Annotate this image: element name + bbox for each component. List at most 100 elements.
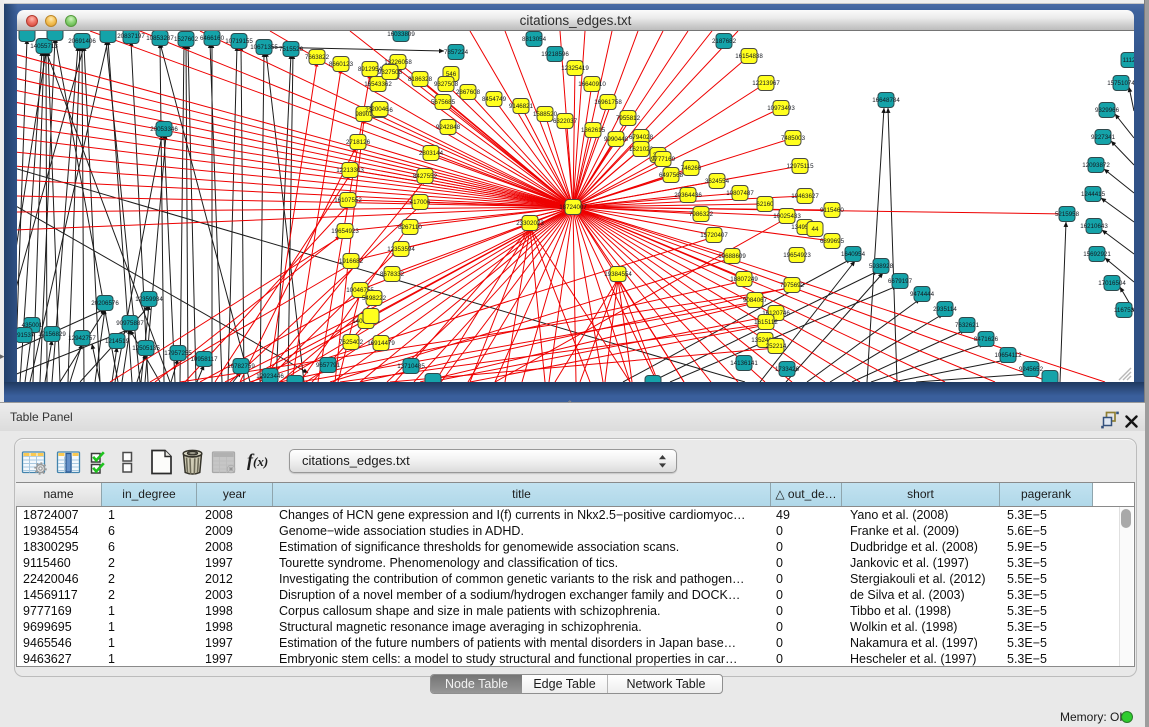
svg-text:8454749: 8454749 [482, 96, 507, 103]
svg-text:1733426: 1733426 [775, 366, 800, 373]
svg-text:7986322: 7986322 [689, 211, 714, 218]
svg-text:12353594: 12353594 [387, 246, 415, 253]
svg-text:16648784: 16648784 [872, 97, 900, 104]
svg-text:14055713: 14055713 [30, 43, 58, 50]
svg-text:12093872: 12093872 [1082, 162, 1110, 169]
svg-text:20046: 20046 [371, 106, 389, 113]
svg-text:12359934: 12359934 [135, 296, 163, 303]
svg-text:7663822: 7663822 [305, 54, 330, 61]
svg-text:6466160: 6466160 [200, 35, 225, 42]
svg-text:6794028: 6794028 [629, 134, 654, 141]
svg-text:1640954: 1640954 [841, 251, 866, 258]
svg-text:6497568: 6497568 [659, 172, 684, 179]
svg-text:7515526: 7515526 [279, 46, 304, 53]
svg-text:7857224: 7857224 [444, 49, 469, 56]
svg-text:90975887: 90975887 [116, 320, 144, 327]
svg-text:8660123: 8660123 [329, 61, 354, 68]
svg-text:18807249: 18807249 [730, 276, 758, 283]
svg-text:417006: 417006 [410, 199, 431, 206]
svg-text:12942757: 12942757 [68, 335, 96, 342]
svg-text:16107552: 16107552 [334, 197, 362, 204]
svg-text:5498222: 5498222 [362, 295, 387, 302]
svg-text:116753: 116753 [1114, 307, 1134, 314]
svg-text:9115460: 9115460 [820, 207, 844, 214]
svg-text:23302023: 23302023 [516, 220, 544, 227]
svg-text:10025433: 10025433 [773, 213, 801, 220]
svg-text:12213967: 12213967 [752, 80, 780, 87]
svg-text:9990448: 9990448 [604, 136, 629, 143]
svg-text:10719155: 10719155 [225, 38, 253, 45]
svg-text:1527602: 1527602 [174, 36, 199, 43]
svg-text:15751074: 15751074 [1107, 80, 1134, 87]
svg-text:12923446: 12923446 [256, 373, 284, 380]
svg-text:7625402: 7625402 [339, 339, 364, 346]
svg-text:9227341: 9227341 [1091, 134, 1116, 141]
svg-text:9777169: 9777169 [651, 156, 676, 163]
svg-text:12156829: 12156829 [38, 331, 66, 338]
svg-text:9245652: 9245652 [1019, 366, 1044, 373]
svg-text:20691406: 20691406 [68, 38, 96, 45]
svg-text:1588520: 1588520 [533, 111, 558, 118]
svg-text:20206576: 20206576 [91, 300, 119, 307]
svg-text:16543362: 16543362 [364, 81, 392, 88]
svg-text:16782759: 16782759 [227, 363, 255, 370]
svg-text:20837197: 20837197 [117, 33, 145, 40]
svg-text:6322037: 6322037 [553, 118, 578, 125]
svg-text:9327508: 9327508 [434, 81, 459, 88]
svg-text:10688609: 10688609 [718, 253, 746, 260]
svg-text:252214: 252214 [766, 343, 787, 350]
svg-text:12325419: 12325419 [561, 65, 589, 72]
svg-text:10654112: 10654112 [994, 352, 1022, 359]
svg-text:1214519: 1214519 [105, 338, 130, 345]
svg-text:5675685: 5675685 [431, 99, 456, 106]
svg-text:5215958: 5215958 [1055, 211, 1080, 218]
svg-text:17016504: 17016504 [1098, 280, 1126, 287]
svg-text:13710485: 13710485 [397, 363, 425, 370]
svg-text:19218596: 19218596 [541, 51, 569, 58]
svg-text:2803144: 2803144 [419, 150, 444, 157]
svg-text:12975115: 12975115 [786, 163, 814, 170]
svg-text:16961758: 16961758 [594, 99, 622, 106]
svg-text:17957255: 17957255 [164, 350, 192, 357]
svg-text:16154838: 16154838 [735, 53, 763, 60]
svg-text:1112: 1112 [1123, 57, 1134, 64]
svg-text:7485003: 7485003 [781, 135, 806, 142]
svg-text:19463627: 19463627 [791, 193, 819, 200]
svg-text:16640910: 16640910 [578, 81, 606, 88]
svg-text:5938928: 5938928 [869, 263, 894, 270]
svg-text:10973493: 10973493 [767, 105, 795, 112]
svg-text:9242848: 9242848 [436, 124, 461, 131]
svg-text:18724007: 18724007 [559, 204, 587, 211]
svg-text:2935114: 2935114 [933, 306, 957, 313]
svg-text:19654923: 19654923 [331, 228, 359, 235]
svg-text:8427552: 8427552 [413, 173, 438, 180]
svg-text:9657791: 9657791 [316, 362, 341, 369]
svg-text:3624554: 3624554 [705, 178, 730, 185]
svg-text:44: 44 [812, 226, 819, 233]
svg-text:15692921: 15692921 [1083, 251, 1111, 258]
svg-text:2718126: 2718126 [346, 139, 371, 146]
svg-text:2867608: 2867608 [456, 89, 481, 96]
svg-text:15720407: 15720407 [700, 232, 728, 239]
svg-text:14136141: 14136141 [730, 360, 758, 367]
svg-text:746266: 746266 [681, 165, 702, 172]
svg-text:9146821: 9146821 [509, 103, 534, 110]
svg-text:8267110: 8267110 [398, 224, 422, 231]
svg-text:1362615: 1362615 [581, 127, 606, 134]
svg-text:1244415: 1244415 [1081, 191, 1106, 198]
svg-text:62160: 62160 [756, 201, 774, 208]
svg-text:9329966: 9329966 [1095, 107, 1120, 114]
svg-text:2187682: 2187682 [712, 38, 737, 45]
svg-text:9084067: 9084067 [743, 297, 768, 304]
svg-text:12213303: 12213303 [336, 167, 364, 174]
svg-text:10807487: 10807487 [726, 190, 754, 197]
svg-text:8471626: 8471626 [974, 336, 999, 343]
svg-text:1916682: 1916682 [339, 258, 364, 265]
svg-text:8186328: 8186328 [408, 76, 433, 83]
svg-text:8813054: 8813054 [522, 36, 547, 43]
svg-text:10958117: 10958117 [190, 356, 218, 363]
svg-text:16914479: 16914479 [367, 340, 395, 347]
svg-text:6899695: 6899695 [820, 238, 845, 245]
svg-text:12505135: 12505135 [132, 345, 160, 352]
svg-text:20053346: 20053346 [150, 126, 178, 133]
